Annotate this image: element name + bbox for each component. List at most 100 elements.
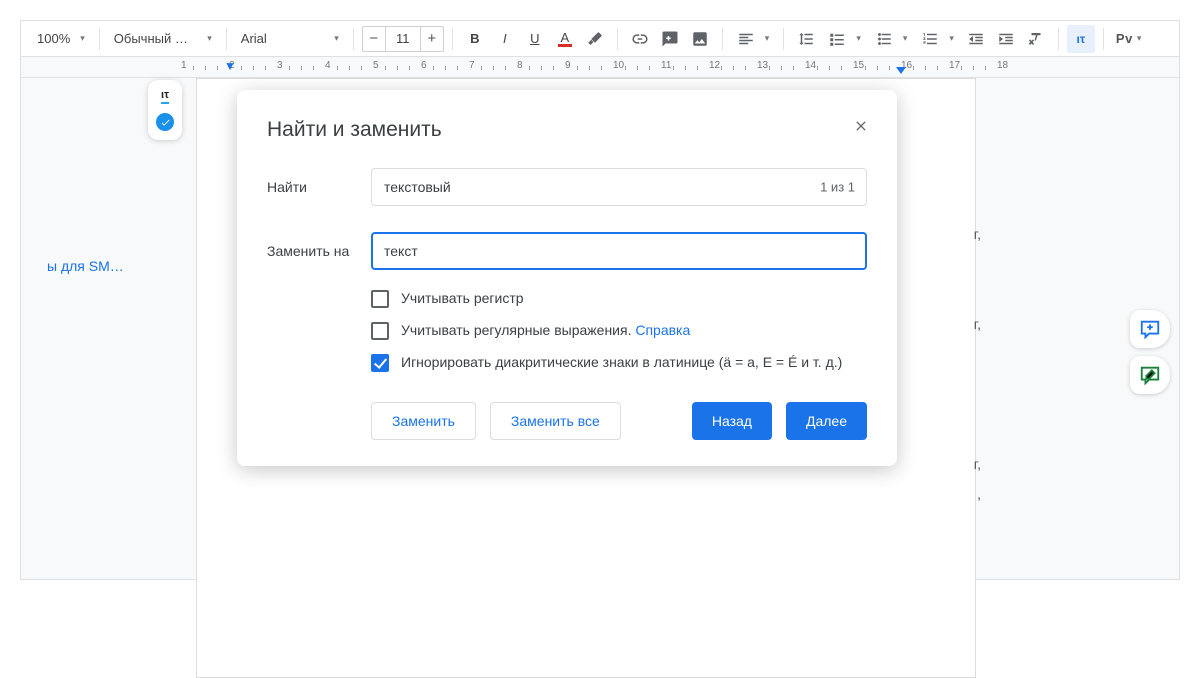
suggest-edits-side-button[interactable] (1130, 356, 1170, 394)
ruler[interactable]: 123456789101112131415161718▼ (20, 56, 1180, 78)
match-count: 1 из 1 (820, 180, 855, 195)
bulleted-list-button[interactable]: ▾ (869, 25, 914, 53)
match-case-label: Учитывать регистр (401, 290, 524, 306)
find-input[interactable] (371, 168, 867, 206)
regex-label: Учитывать регулярные выражения. Справка (401, 322, 690, 338)
indent-marker-icon[interactable]: ▼ (224, 59, 236, 73)
check-ok-icon (156, 113, 174, 131)
ruler-tick: 6 (421, 60, 427, 76)
languagetool-icon: ιτ (1077, 32, 1086, 46)
numbered-list-button[interactable]: ▾ (915, 25, 960, 53)
dialog-actions: Заменить Заменить все Назад Далее (371, 402, 867, 440)
line-spacing-icon (797, 30, 815, 48)
languagetool-toolbar-button[interactable]: ιτ (1067, 25, 1095, 53)
separator (783, 28, 784, 50)
comment-plus-icon (661, 30, 679, 48)
close-button[interactable] (847, 112, 875, 140)
highlight-color-button[interactable] (581, 25, 609, 53)
previous-button[interactable]: Назад (692, 402, 772, 440)
highlighter-icon (586, 30, 604, 48)
outline-item-fragment[interactable]: ы для SM… (47, 258, 124, 274)
next-button[interactable]: Далее (786, 402, 867, 440)
separator (226, 28, 227, 50)
ruler-tick: 17 (949, 60, 960, 76)
indent-increase-icon (997, 30, 1015, 48)
zoom-dropdown[interactable]: 100% ▾ (31, 25, 91, 53)
bullet-list-icon (875, 30, 893, 48)
align-dropdown[interactable]: ▾ (731, 25, 776, 53)
match-case-option[interactable]: Учитывать регистр (371, 290, 867, 308)
checklist-button[interactable]: ▾ (822, 25, 867, 53)
replace-button[interactable]: Заменить (371, 402, 476, 440)
regex-help-link[interactable]: Справка (635, 322, 690, 338)
regex-option[interactable]: Учитывать регулярные выражения. Справка (371, 322, 867, 340)
doc-text-fragment: г, (974, 218, 981, 250)
line-spacing-button[interactable] (792, 25, 820, 53)
caret-down-icon: ▾ (334, 33, 339, 44)
insert-link-button[interactable] (626, 25, 654, 53)
doc-text-fragment: г, (974, 448, 981, 480)
pv-label: Pv (1116, 31, 1133, 46)
ignore-diacritics-label: Игнорировать диакритические знаки в лати… (401, 354, 842, 370)
decrease-indent-button[interactable] (962, 25, 990, 53)
ruler-tick: 14 (805, 60, 816, 76)
caret-down-icon: ▾ (207, 33, 212, 44)
paragraph-style-dropdown[interactable]: Обычный … ▾ (108, 25, 218, 53)
doc-text-fragment: г, (974, 308, 981, 340)
caret-down-icon: ▾ (949, 33, 954, 44)
dialog-title: Найти и заменить (267, 118, 867, 142)
font-size-stepper: − 11 + (362, 26, 444, 52)
ruler-scale: 123456789101112131415161718▼ (181, 57, 1139, 78)
find-replace-dialog: Найти и заменить Найти 1 из 1 Заменить н… (237, 90, 897, 466)
side-actions (1130, 310, 1170, 394)
separator (452, 28, 453, 50)
comment-plus-icon (1139, 318, 1161, 340)
ruler-tick: 15 (853, 60, 864, 76)
ruler-tick: 7 (469, 60, 475, 76)
font-size-decrease-button[interactable]: − (362, 26, 386, 52)
font-family-value: Arial (241, 31, 267, 46)
bold-button[interactable]: B (461, 25, 489, 53)
ruler-tick: 10 (613, 60, 624, 76)
replace-all-button[interactable]: Заменить все (490, 402, 621, 440)
ruler-tick: 18 (997, 60, 1008, 76)
insert-image-button[interactable] (686, 25, 714, 53)
font-family-dropdown[interactable]: Arial ▾ (235, 25, 345, 53)
replace-input[interactable] (371, 232, 867, 270)
ruler-tick: 5 (373, 60, 379, 76)
caret-down-icon: ▾ (856, 33, 861, 44)
add-comment-button[interactable] (656, 25, 684, 53)
doc-text-fragment: , (977, 478, 981, 510)
link-icon (631, 30, 649, 48)
ruler-tick: 12 (709, 60, 720, 76)
paragraph-style-value: Обычный … (114, 31, 188, 46)
increase-indent-button[interactable] (992, 25, 1020, 53)
image-icon (691, 30, 709, 48)
separator (353, 28, 354, 50)
clear-formatting-button[interactable] (1022, 25, 1050, 53)
font-size-increase-button[interactable]: + (420, 26, 444, 52)
checkbox-icon[interactable] (371, 322, 389, 340)
close-icon (853, 118, 869, 134)
ignore-diacritics-option[interactable]: Игнорировать диакритические знаки в лати… (371, 354, 867, 372)
zoom-value: 100% (37, 31, 70, 46)
toolbar: 100% ▾ Обычный … ▾ Arial ▾ − 11 + B I U … (20, 20, 1180, 56)
languagetool-bubble[interactable]: ιτ (148, 80, 182, 140)
ruler-tick: 1 (181, 60, 187, 76)
underline-button[interactable]: U (521, 25, 549, 53)
clear-formatting-icon (1027, 30, 1045, 48)
checkbox-icon[interactable] (371, 290, 389, 308)
ruler-tick: 13 (757, 60, 768, 76)
right-margin-marker-icon[interactable] (896, 67, 906, 74)
separator (1103, 28, 1104, 50)
text-color-button[interactable]: A (551, 25, 579, 53)
checkbox-checked-icon[interactable] (371, 354, 389, 372)
ruler-tick: 8 (517, 60, 523, 76)
caret-down-icon: ▾ (80, 33, 85, 44)
add-comment-side-button[interactable] (1130, 310, 1170, 348)
pv-button[interactable]: Pv ▾ (1112, 25, 1145, 53)
italic-button[interactable]: I (491, 25, 519, 53)
ruler-tick: 9 (565, 60, 571, 76)
font-size-value[interactable]: 11 (386, 26, 420, 52)
suggesting-icon (1139, 364, 1161, 386)
